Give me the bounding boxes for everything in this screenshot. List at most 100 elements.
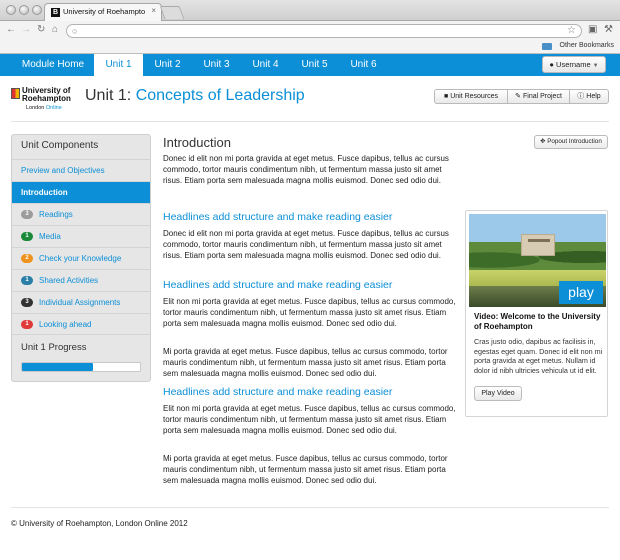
sidebar-item-label: Readings bbox=[39, 210, 73, 219]
back-icon[interactable]: ← bbox=[6, 24, 16, 36]
nav-unit-4[interactable]: Unit 4 bbox=[241, 54, 290, 76]
footer-divider bbox=[11, 507, 609, 508]
final-project-button[interactable]: ✎ Final Project bbox=[507, 89, 570, 104]
zoom-window-icon[interactable] bbox=[32, 5, 42, 15]
count-badge: 1 bbox=[21, 320, 33, 330]
module-nav: Module Home Unit 1 Unit 2 Unit 3 Unit 4 … bbox=[0, 54, 620, 76]
body-paragraph: Elit non mi porta gravida at eget metus.… bbox=[163, 297, 456, 328]
count-badge: 2 bbox=[21, 254, 33, 264]
close-window-icon[interactable] bbox=[6, 5, 16, 15]
unit-progress-bar bbox=[21, 362, 141, 372]
nav-unit-1[interactable]: Unit 1 bbox=[94, 54, 143, 76]
university-logo[interactable]: University of Roehampton London Online bbox=[11, 87, 75, 113]
logo-line-2: Roehampton bbox=[22, 94, 71, 103]
popout-introduction-button[interactable]: ✥ Popout Introduction bbox=[534, 135, 608, 149]
section-heading: Headlines add structure and make reading… bbox=[163, 386, 393, 398]
sidebar-item-label: Check your Knowledge bbox=[39, 254, 122, 263]
username-label: Username bbox=[556, 60, 591, 69]
logo-online: Online bbox=[45, 105, 62, 111]
page-icon[interactable]: ▣ bbox=[588, 24, 597, 35]
count-badge: 3 bbox=[21, 298, 33, 308]
count-badge: 1 bbox=[21, 276, 33, 286]
section-title: Introduction bbox=[163, 135, 231, 150]
globe-icon: ○ bbox=[72, 26, 78, 36]
info-icon: ⓘ bbox=[577, 93, 585, 100]
popout-icon: ✥ bbox=[540, 138, 546, 145]
body-paragraph: Mi porta gravida at eget metus. Fusce da… bbox=[163, 454, 448, 485]
close-tab-icon[interactable]: × bbox=[151, 6, 156, 15]
home-icon[interactable]: ⌂ bbox=[52, 24, 58, 36]
sidebar-item-label: Individual Assignments bbox=[39, 298, 121, 307]
play-video-button[interactable]: Play Video bbox=[474, 386, 522, 401]
folder-icon bbox=[542, 43, 552, 50]
nav-unit-5[interactable]: Unit 5 bbox=[290, 54, 339, 76]
minimize-window-icon[interactable] bbox=[19, 5, 29, 15]
bookmarks-bar: Other Bookmarks bbox=[0, 40, 620, 54]
star-icon[interactable]: ☆ bbox=[567, 25, 576, 36]
unit-resources-button[interactable]: ■ Unit Resources bbox=[434, 89, 508, 104]
play-button[interactable]: play bbox=[559, 281, 603, 304]
popout-label: Popout Introduction bbox=[547, 138, 602, 145]
sidebar-item-label: Introduction bbox=[21, 188, 68, 197]
final-project-label: Final Project bbox=[522, 93, 562, 100]
user-menu-button[interactable]: ● Username ▼ bbox=[542, 56, 606, 73]
new-tab-button[interactable] bbox=[159, 6, 185, 19]
browser-tab-bar: B University of Roehampton, L × bbox=[0, 0, 620, 21]
help-button[interactable]: ⓘ Help bbox=[569, 89, 609, 104]
logo-london: London bbox=[26, 105, 46, 111]
user-icon: ● bbox=[549, 60, 554, 69]
nav-unit-2[interactable]: Unit 2 bbox=[143, 54, 192, 76]
unit-resources-label: Unit Resources bbox=[450, 93, 499, 100]
sidebar-item-label: Looking ahead bbox=[39, 320, 92, 329]
sidebar-item-shared-activities[interactable]: 1 Shared Activities bbox=[12, 269, 150, 291]
sidebar-title: Unit Components bbox=[21, 140, 99, 151]
other-bookmarks-link[interactable]: Other Bookmarks bbox=[560, 42, 614, 49]
sidebar-item-label: Shared Activities bbox=[39, 276, 99, 285]
video-card: play Video: Welcome to the University of… bbox=[465, 210, 608, 417]
header-divider bbox=[11, 121, 609, 122]
progress-label: Unit 1 Progress bbox=[21, 342, 87, 353]
footer-copyright: © University of Roehampton, London Onlin… bbox=[11, 519, 188, 528]
pencil-icon: ✎ bbox=[515, 93, 521, 100]
nav-unit-3[interactable]: Unit 3 bbox=[192, 54, 241, 76]
video-thumbnail[interactable]: play bbox=[469, 214, 606, 307]
book-icon: ■ bbox=[443, 93, 449, 100]
page-title: Unit 1: Concepts of Leadership bbox=[85, 87, 305, 105]
body-paragraph: Mi porta gravida at eget metus. Fusce da… bbox=[163, 347, 448, 378]
browser-toolbar: ← → ↻ ⌂ ○ ☆ ▣ ⚒ bbox=[0, 21, 620, 40]
forward-icon[interactable]: → bbox=[21, 24, 31, 36]
progress-fill bbox=[22, 363, 93, 371]
sidebar-item-label: Media bbox=[39, 232, 61, 241]
crest-icon bbox=[11, 88, 20, 99]
sidebar-item-introduction[interactable]: Introduction bbox=[12, 181, 150, 203]
browser-tab[interactable]: B University of Roehampton, L × bbox=[44, 3, 162, 21]
favicon-icon: B bbox=[51, 8, 60, 17]
nav-unit-6[interactable]: Unit 6 bbox=[339, 54, 388, 76]
section-heading: Headlines add structure and make reading… bbox=[163, 211, 393, 223]
count-badge: 1 bbox=[21, 232, 33, 242]
reload-icon[interactable]: ↻ bbox=[37, 24, 45, 36]
video-description: Cras justo odio, dapibus ac facilisis in… bbox=[474, 337, 603, 375]
sidebar-item-looking-ahead[interactable]: 1 Looking ahead bbox=[12, 313, 150, 335]
unit-components-sidebar: Unit Components Preview and Objectives I… bbox=[11, 134, 151, 382]
unit-title-text: Concepts of Leadership bbox=[135, 87, 305, 104]
body-paragraph: Elit non mi porta gravida at eget metus.… bbox=[163, 404, 456, 435]
thumbnail-building bbox=[521, 234, 555, 256]
sidebar-item-label: Preview and Objectives bbox=[21, 166, 105, 175]
section-heading: Headlines add structure and make reading… bbox=[163, 279, 393, 291]
browser-tab-title: University of Roehampton, L bbox=[63, 7, 145, 16]
address-bar[interactable]: ○ ☆ bbox=[66, 24, 582, 38]
intro-paragraph: Donec id elit non mi porta gravida at eg… bbox=[163, 154, 449, 185]
sidebar-item-check-knowledge[interactable]: 2 Check your Knowledge bbox=[12, 247, 150, 269]
video-title: Video: Welcome to the University of Roeh… bbox=[474, 312, 601, 331]
body-paragraph: Donec id elit non mi porta gravida at eg… bbox=[163, 229, 449, 260]
wrench-icon[interactable]: ⚒ bbox=[604, 24, 613, 35]
sidebar-item-individual-assignments[interactable]: 3 Individual Assignments bbox=[12, 291, 150, 313]
count-badge: 3 bbox=[21, 210, 33, 220]
sidebar-item-readings[interactable]: 3 Readings bbox=[12, 203, 150, 225]
nav-module-home[interactable]: Module Home bbox=[12, 54, 94, 76]
sidebar-item-media[interactable]: 1 Media bbox=[12, 225, 150, 247]
logo-line-3: London Online bbox=[26, 105, 62, 111]
sidebar-item-preview[interactable]: Preview and Objectives bbox=[12, 159, 150, 181]
unit-prefix: Unit 1: bbox=[85, 87, 136, 104]
